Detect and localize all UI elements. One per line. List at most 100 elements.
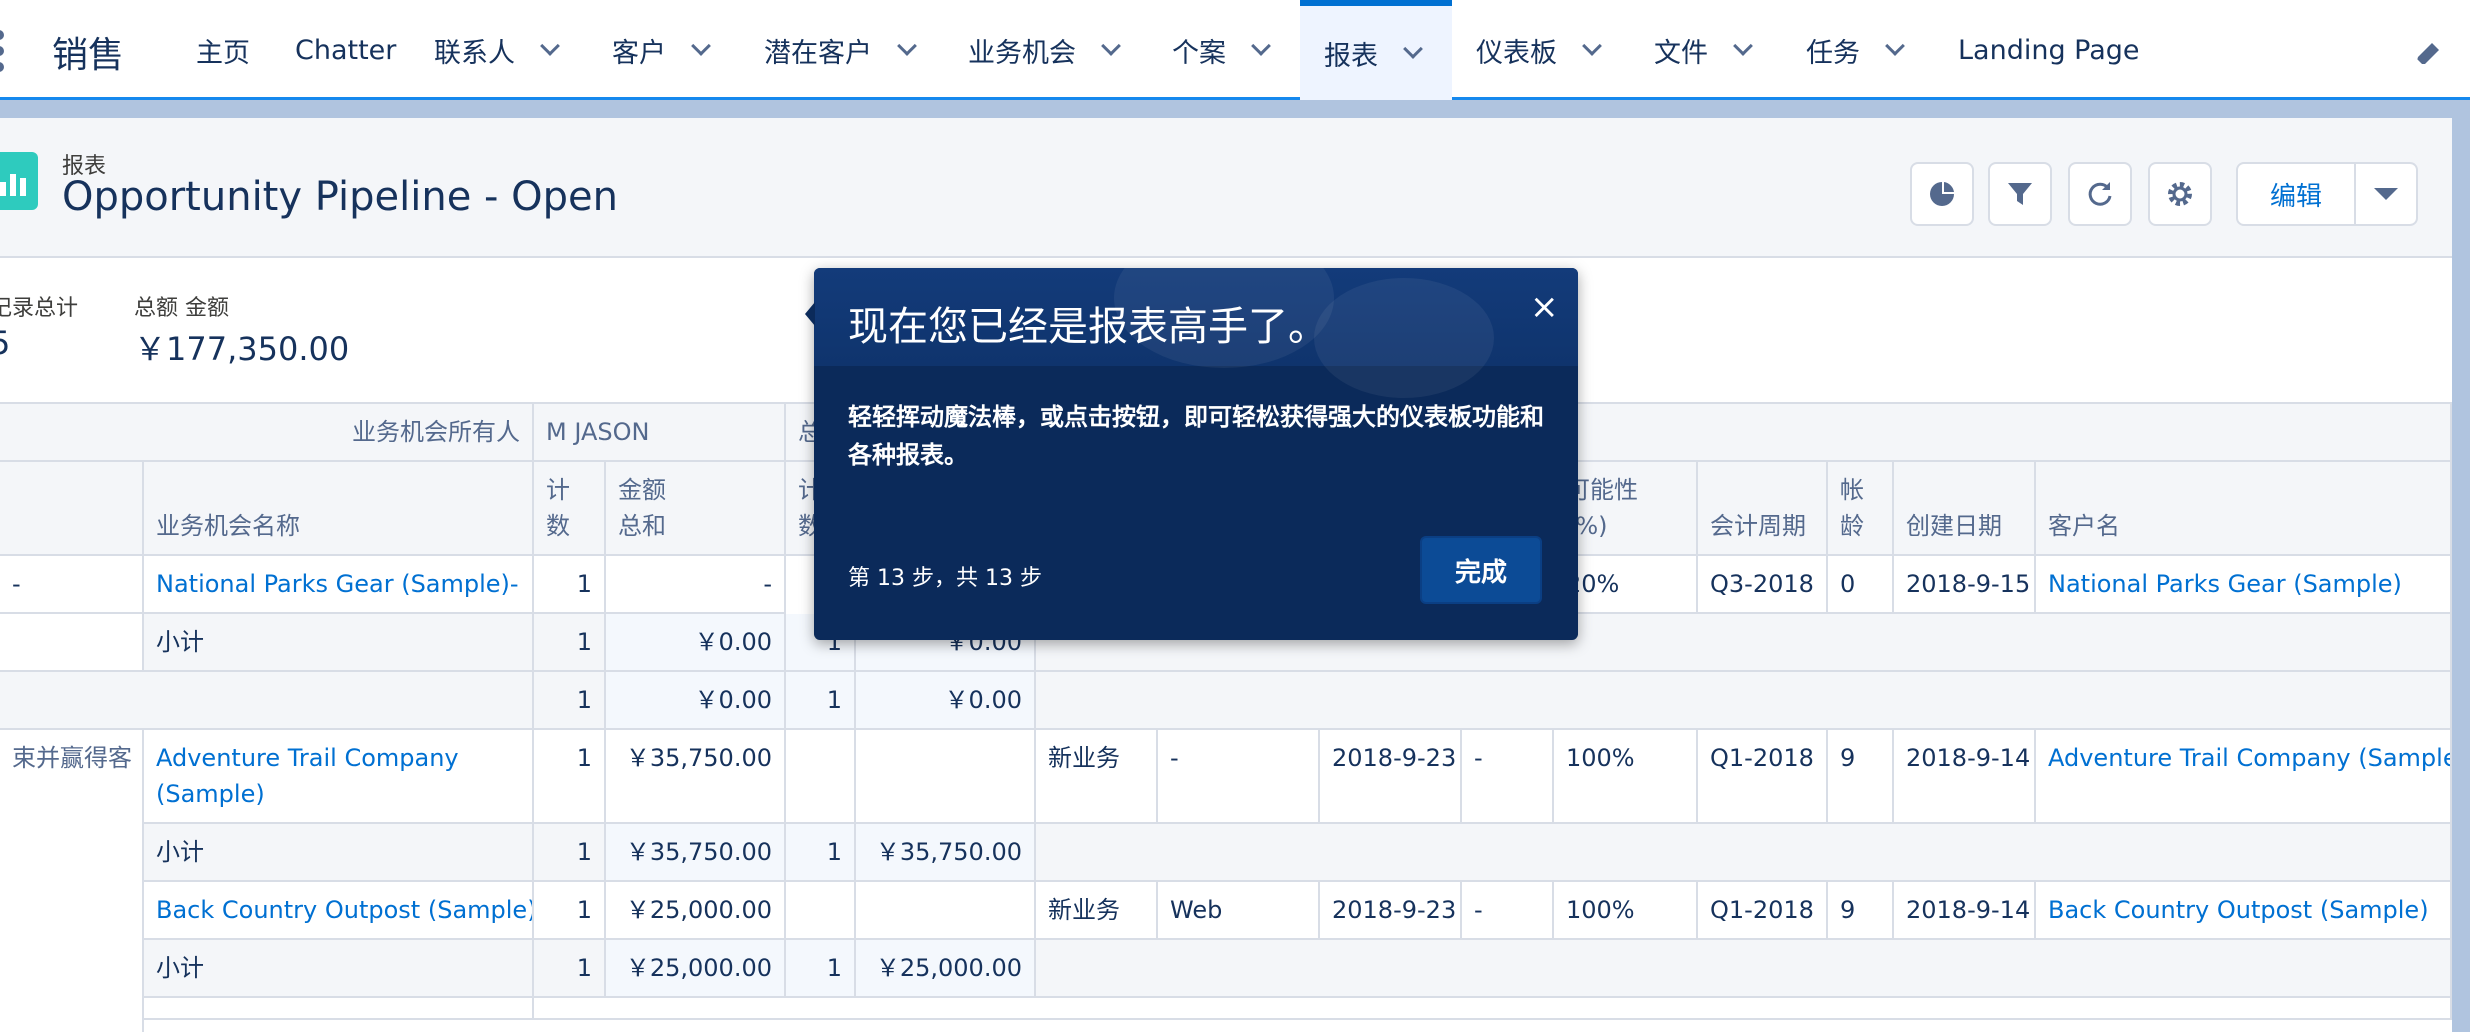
table-cell-stage: - xyxy=(0,556,144,614)
popover-body: 轻轻挥动魔法棒，或点击按钮，即可轻松获得强大的仪表板功能和各种报表。 xyxy=(848,403,1544,469)
popover-header: 现在您已经是报表高手了。 × xyxy=(814,268,1578,398)
nav-item-opportunities[interactable]: 业务机会 xyxy=(968,0,1121,100)
nav-item-cases[interactable]: 个案 xyxy=(1172,0,1271,100)
chevron-down-icon[interactable] xyxy=(1101,36,1121,56)
nav-item-reports[interactable]: 报表 xyxy=(1300,0,1452,100)
chevron-down-icon[interactable] xyxy=(1251,36,1271,56)
table-cell-empty xyxy=(1036,672,2452,730)
group-count: 1 xyxy=(534,672,606,730)
subtotal-count: 1 xyxy=(534,940,606,998)
table-cell-created: 2018-9-14 xyxy=(1894,730,2036,824)
col-count-header[interactable]: 计 数 xyxy=(534,462,606,556)
opportunity-link[interactable]: National Parks Gear (Sample)- xyxy=(144,556,534,614)
table-cell-prob: 100% xyxy=(1554,882,1698,940)
subtotal-count2: 1 xyxy=(786,824,856,882)
table-cell-count: 1 xyxy=(534,882,606,940)
step-indicator: 第 13 步，共 13 步 xyxy=(848,566,1042,591)
app-launcher-icon[interactable] xyxy=(0,30,12,74)
table-cell-next: - xyxy=(1462,882,1554,940)
chevron-down-icon[interactable] xyxy=(540,36,560,56)
chevron-down-icon[interactable] xyxy=(1403,39,1423,59)
table-cell-period: Q3-2018 xyxy=(1698,556,1828,614)
table-cell-prob: 100% xyxy=(1554,730,1698,824)
refresh-button[interactable] xyxy=(2068,162,2132,226)
opportunity-link[interactable]: Back Country Outpost (Sample) xyxy=(144,882,534,940)
walkthrough-popover: 现在您已经是报表高手了。 × 轻轻挥动魔法棒，或点击按钮，即可轻松获得强大的仪表… xyxy=(814,268,1578,640)
nav-item-accounts[interactable]: 客户 xyxy=(612,0,711,100)
account-link[interactable]: National Parks Gear (Sample) xyxy=(2036,556,2452,614)
table-cell-stage: 束并赢得客 xyxy=(0,730,144,1032)
subtotal-amount2: ￥35,750.00 xyxy=(856,824,1036,882)
chevron-down-icon[interactable] xyxy=(1733,36,1753,56)
page-title: Opportunity Pipeline - Open xyxy=(62,174,618,220)
col-created-header[interactable]: 创建日期 xyxy=(1894,462,2036,556)
nav-item-files[interactable]: 文件 xyxy=(1654,0,1753,100)
record-count-value: 5 xyxy=(0,324,11,362)
chart-icon xyxy=(1930,182,1954,206)
table-cell-empty xyxy=(786,730,856,824)
table-cell-close: 2018-9-23 xyxy=(1320,882,1462,940)
edit-more-button[interactable] xyxy=(2356,164,2416,224)
col-stage-header[interactable] xyxy=(0,462,144,556)
table-cell-created: 2018-9-15 xyxy=(1894,556,2036,614)
table-cell-next: - xyxy=(1462,730,1554,824)
table-cell-period: Q1-2018 xyxy=(1698,730,1828,824)
subtotal-count2: 1 xyxy=(786,940,856,998)
refresh-icon xyxy=(2088,182,2112,206)
subtotal-label: 小计 xyxy=(144,824,534,882)
chevron-down-icon[interactable] xyxy=(1885,36,1905,56)
report-icon xyxy=(0,152,38,210)
table-cell-type: 新业务 xyxy=(1036,730,1158,824)
edit-button[interactable]: 编辑 xyxy=(2238,164,2356,224)
col-amount-header[interactable]: 金额 总和 xyxy=(606,462,786,556)
filter-button[interactable] xyxy=(1988,162,2052,226)
table-cell-source: - xyxy=(1158,730,1320,824)
done-button[interactable]: 完成 xyxy=(1420,536,1542,604)
table-cell-empty xyxy=(0,614,144,672)
account-link[interactable]: Adventure Trail Company (Sample) xyxy=(2036,730,2452,824)
edit-nav-icon[interactable] xyxy=(2412,38,2444,70)
nav-item-leads[interactable]: 潜在客户 xyxy=(764,0,917,100)
subtotal-label: 小计 xyxy=(144,614,534,672)
nav-item-tasks[interactable]: 任务 xyxy=(1806,0,1905,100)
account-link[interactable]: Back Country Outpost (Sample) xyxy=(2036,882,2452,940)
col-name-header[interactable]: 业务机会名称 xyxy=(144,462,534,556)
col-period-header[interactable]: 会计周期 xyxy=(1698,462,1828,556)
table-cell-age: 0 xyxy=(1828,556,1894,614)
caret-down-icon xyxy=(2374,188,2398,200)
table-cell-amount: ￥35,750.00 xyxy=(606,730,786,824)
chevron-down-icon[interactable] xyxy=(691,36,711,56)
nav-item-landing-page[interactable]: Landing Page xyxy=(1958,0,2140,100)
settings-button[interactable] xyxy=(2148,162,2212,226)
group-value-cell: M JASON xyxy=(534,404,786,462)
record-count-label: 记录总计 xyxy=(0,296,79,321)
nav-item-contacts[interactable]: 联系人 xyxy=(434,0,560,100)
table-cell-count: 1 xyxy=(534,556,606,614)
table-cell-amount: - xyxy=(606,556,786,614)
col-age-header[interactable]: 帐 龄 xyxy=(1828,462,1894,556)
table-cell-close: 2018-9-23 xyxy=(1320,730,1462,824)
group-count2: 1 xyxy=(786,672,856,730)
subtotal-amount2: ￥25,000.00 xyxy=(856,940,1036,998)
nav-item-home[interactable]: 主页 xyxy=(196,0,250,100)
chart-button[interactable] xyxy=(1910,162,1974,226)
nav-item-dashboards[interactable]: 仪表板 xyxy=(1476,0,1602,100)
table-cell-empty xyxy=(1036,940,2452,998)
close-icon[interactable]: × xyxy=(1530,290,1559,324)
table-row xyxy=(534,998,2452,1020)
opportunity-link[interactable]: Adventure Trail Company (Sample) xyxy=(144,730,534,824)
subtotal-count: 1 xyxy=(534,824,606,882)
chevron-down-icon[interactable] xyxy=(897,36,917,56)
table-cell-created: 2018-9-14 xyxy=(1894,882,2036,940)
subtotal-amount: ￥35,750.00 xyxy=(606,824,786,882)
table-cell-count: 1 xyxy=(534,730,606,824)
filter-icon xyxy=(2008,183,2032,205)
nav-item-chatter[interactable]: Chatter xyxy=(295,0,396,100)
table-cell-empty xyxy=(786,882,856,940)
app-name: 销售 xyxy=(52,35,125,76)
table-cell-age: 9 xyxy=(1828,882,1894,940)
subtotal-amount: ￥0.00 xyxy=(606,614,786,672)
subtotal-label: 小计 xyxy=(144,940,534,998)
col-account-header[interactable]: 客户名 xyxy=(2036,462,2452,556)
chevron-down-icon[interactable] xyxy=(1582,36,1602,56)
